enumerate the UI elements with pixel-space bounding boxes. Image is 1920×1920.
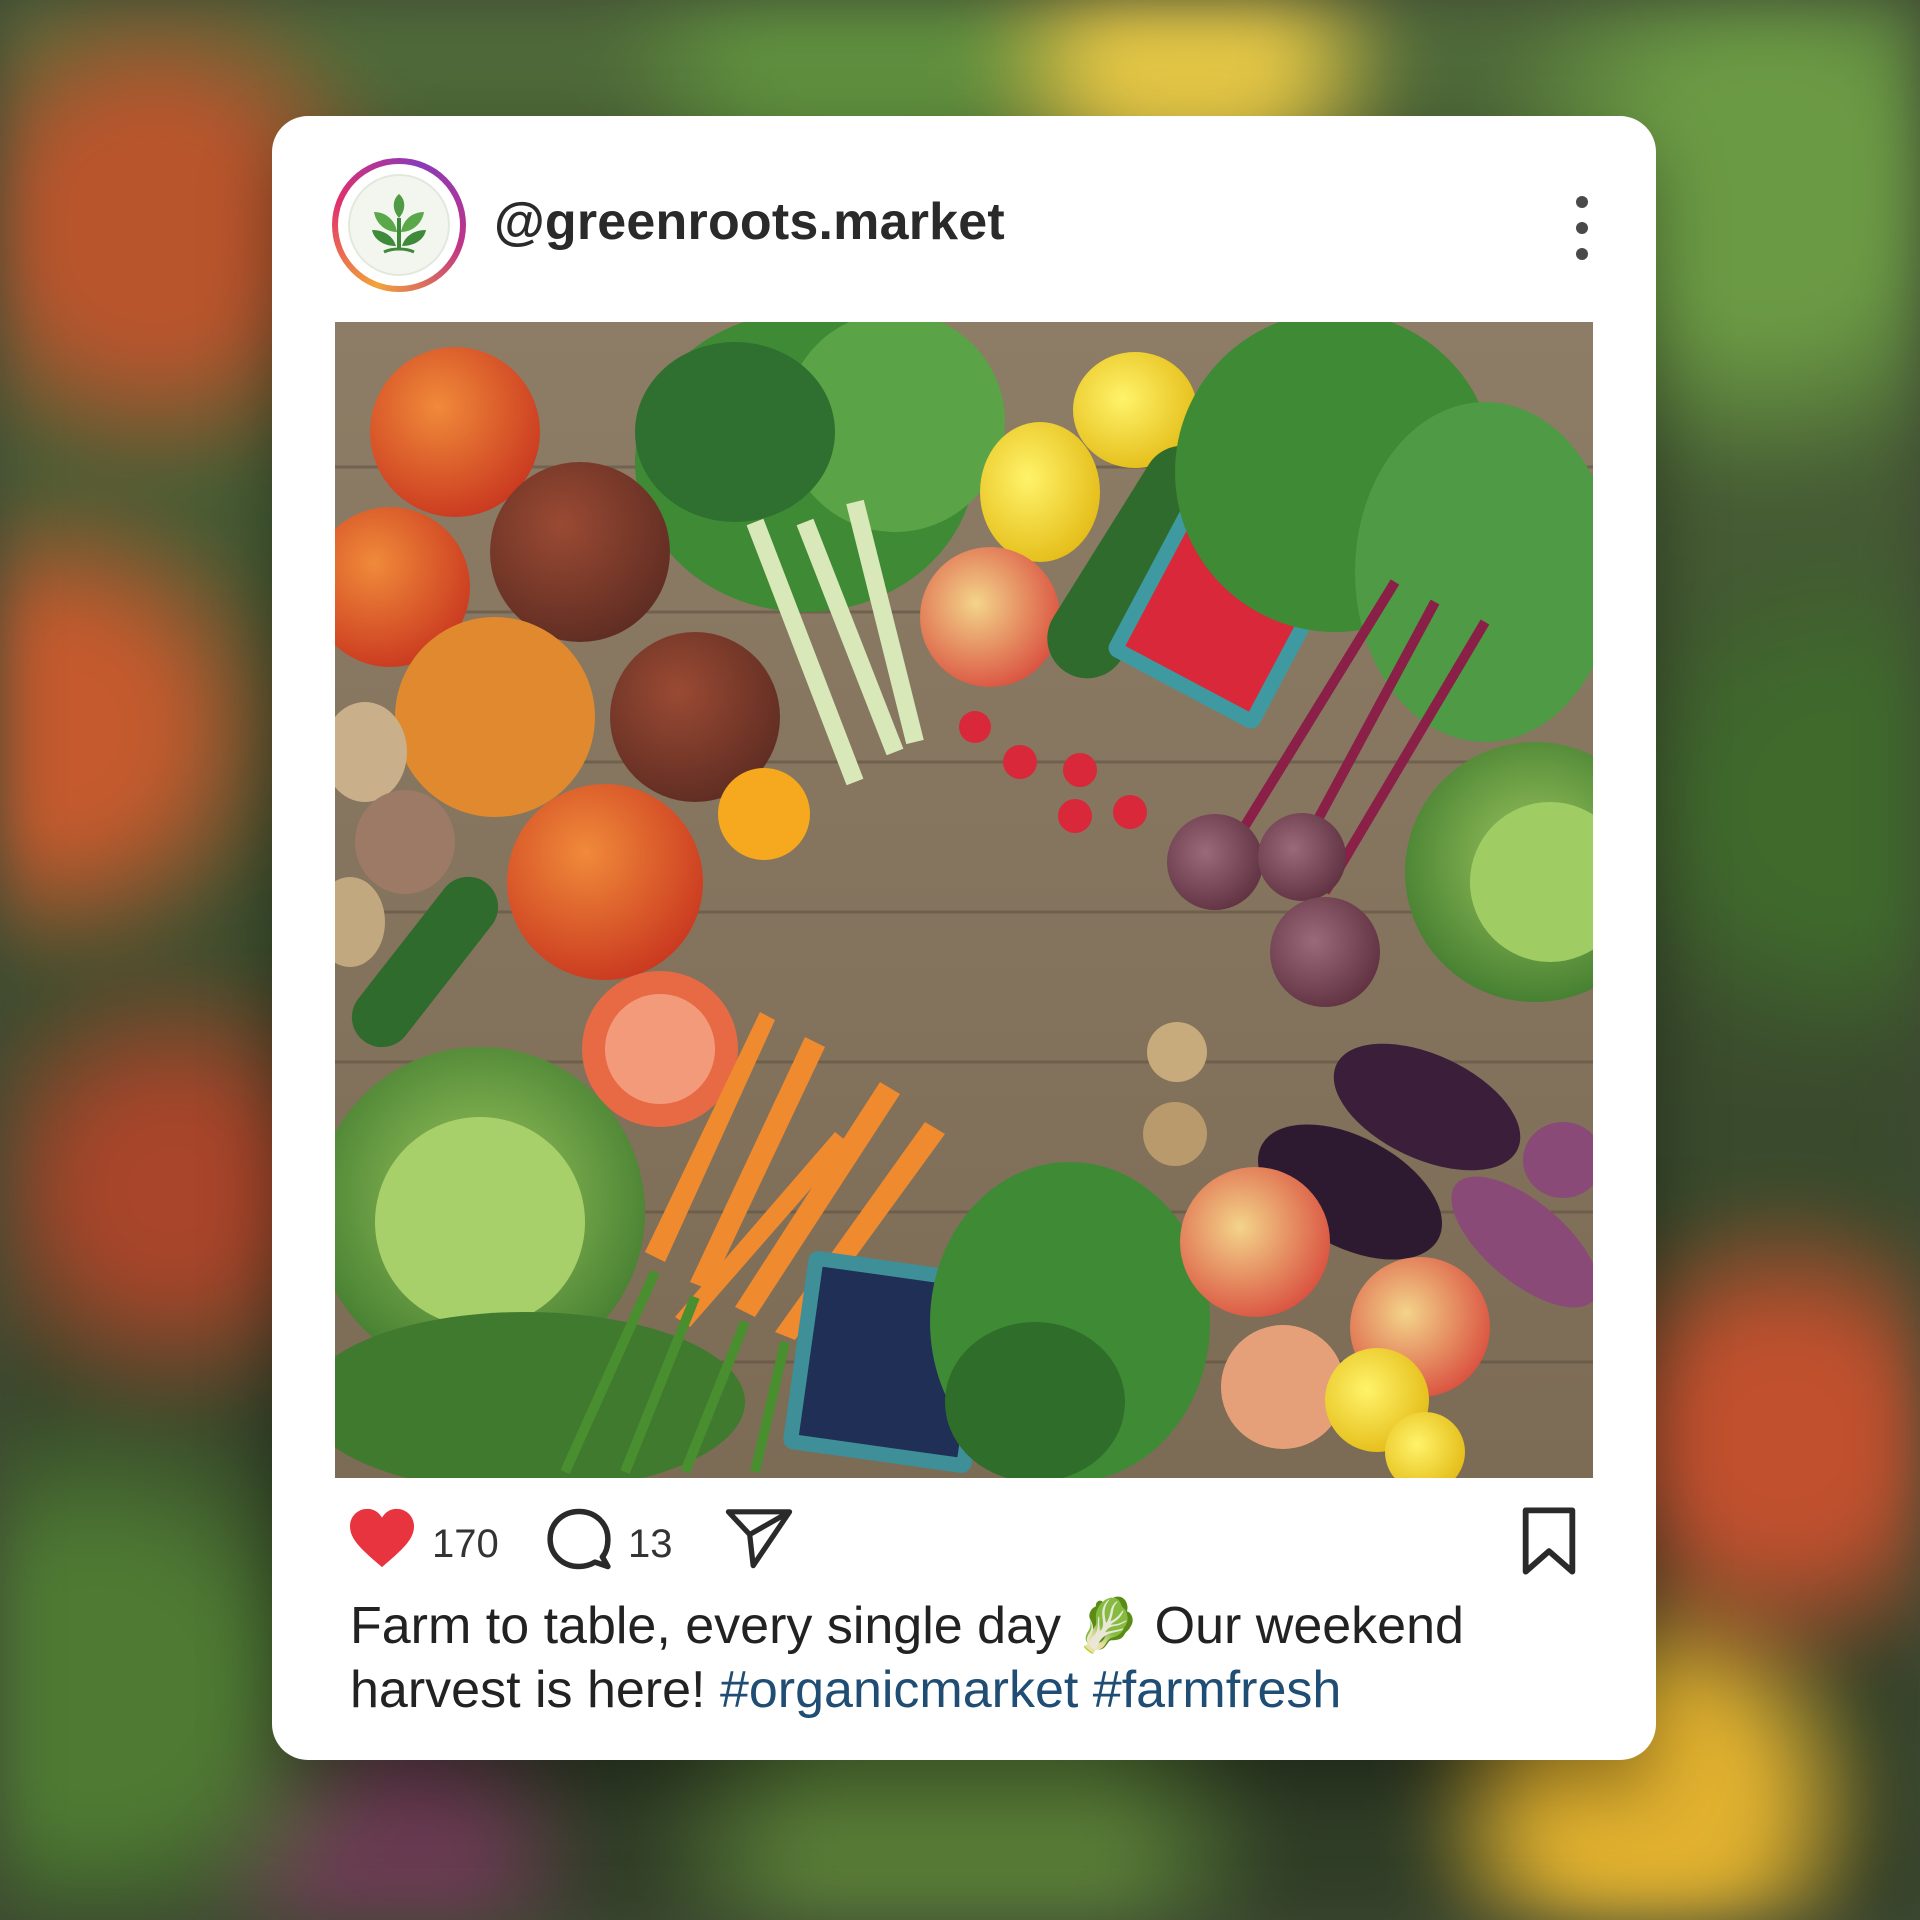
caption-text: Farm to table, every single day (350, 1597, 1076, 1655)
send-icon[interactable] (724, 1506, 794, 1575)
sprout-logo-icon (348, 174, 450, 276)
heart-icon[interactable] (346, 1506, 418, 1575)
hashtag-organicmarket[interactable]: #organicmarket (720, 1661, 1078, 1719)
comment-icon[interactable] (546, 1506, 612, 1577)
bookmark-icon[interactable] (1518, 1506, 1580, 1581)
action-bar: 170 13 (272, 1506, 1656, 1586)
username[interactable]: @greenroots.market (494, 192, 1005, 252)
leafy-green-emoji: 🥬 (1075, 1597, 1141, 1655)
more-vertical-icon[interactable] (1562, 196, 1602, 260)
like-count: 170 (432, 1522, 499, 1566)
hashtag-farmfresh[interactable]: #farmfresh (1093, 1661, 1342, 1719)
avatar[interactable] (332, 158, 466, 292)
post-caption: Farm to table, every single day 🥬 Our we… (350, 1594, 1590, 1722)
post-image (335, 322, 1593, 1478)
post-card: @greenroots.market 170 13 Farm to table,… (272, 116, 1656, 1760)
comment-count: 13 (628, 1522, 673, 1566)
